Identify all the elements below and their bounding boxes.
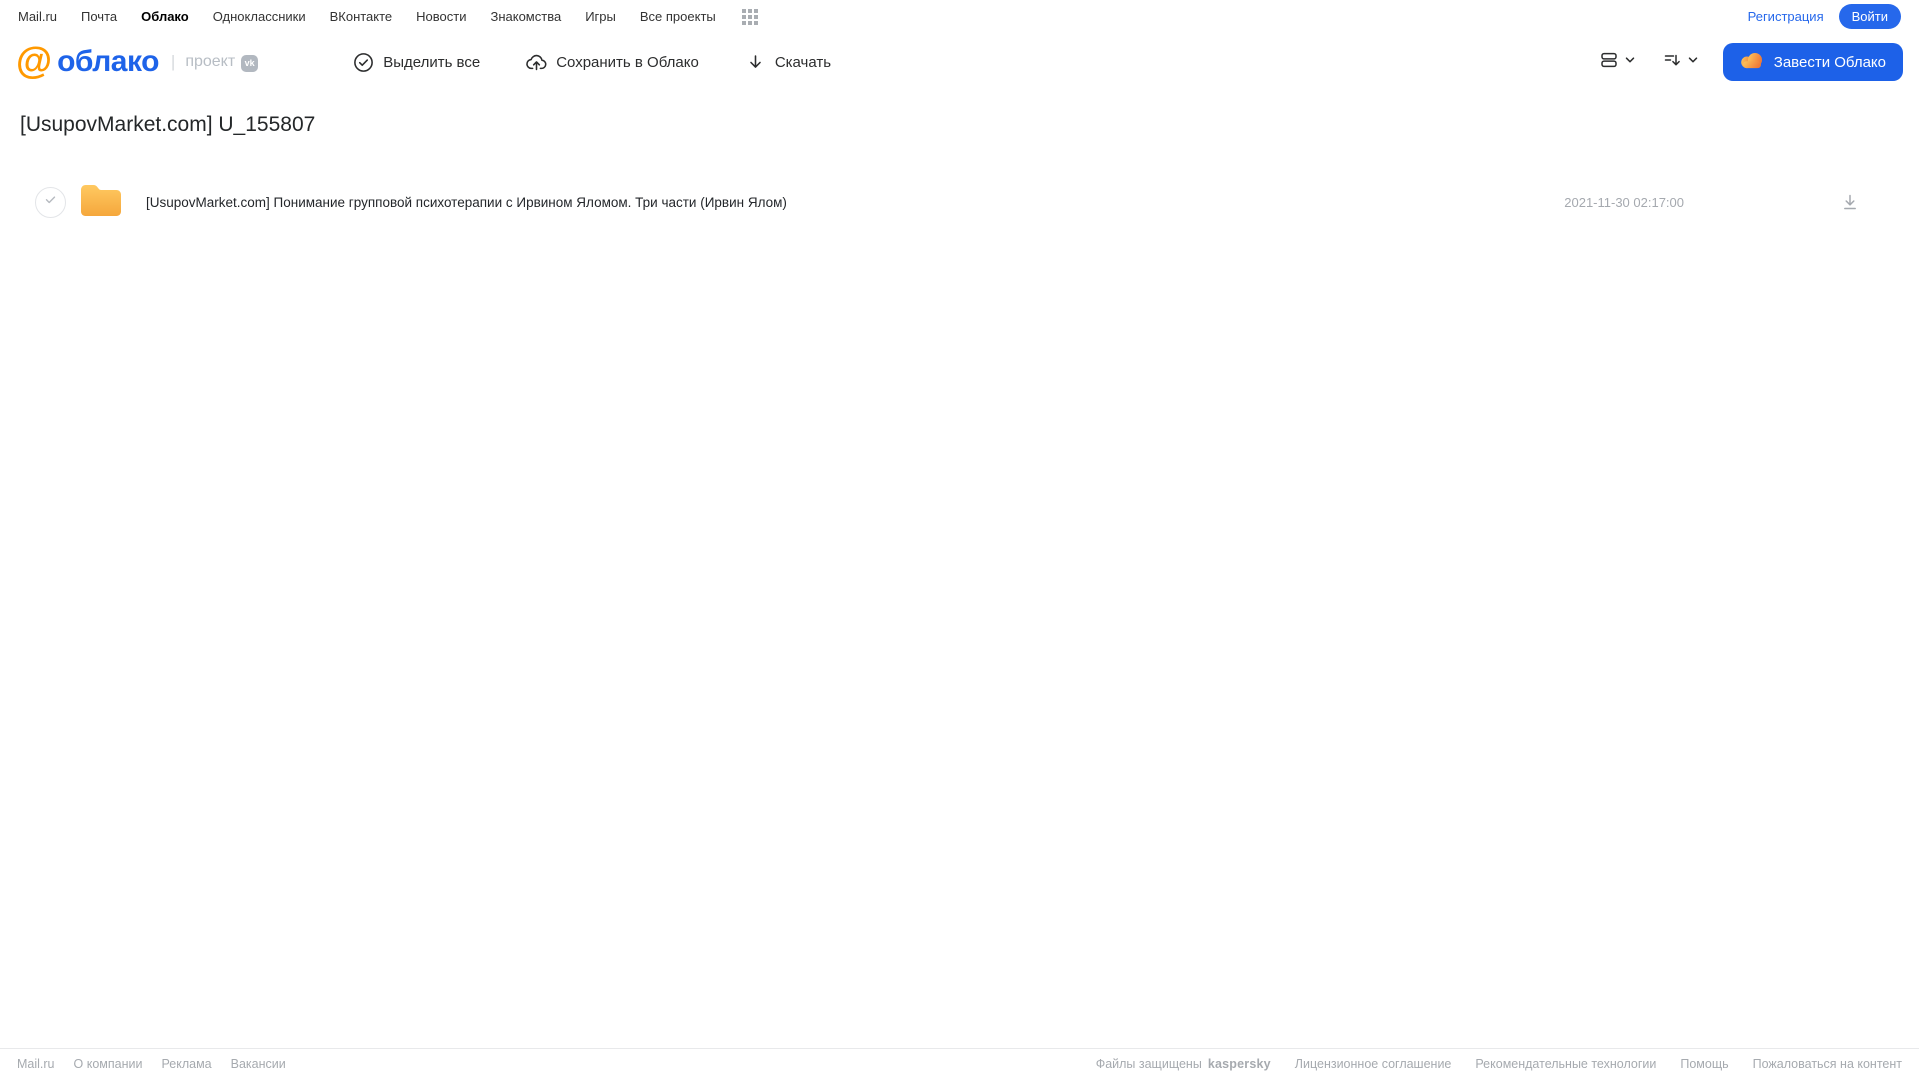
nav-item-novosti[interactable]: Новости xyxy=(416,9,466,24)
cloud-upload-icon xyxy=(526,52,547,73)
save-to-cloud-button[interactable]: Сохранить в Облако xyxy=(526,52,699,73)
folder-icon xyxy=(79,181,123,224)
get-cloud-label: Завести Облако xyxy=(1773,53,1886,71)
login-button[interactable]: Войти xyxy=(1838,4,1901,29)
footer-link-report[interactable]: Пожаловаться на контент xyxy=(1753,1057,1902,1071)
row-checkbox[interactable] xyxy=(35,186,66,218)
file-name[interactable]: [UsupovMarket.com] Понимание групповой п… xyxy=(146,195,1564,210)
portal-nav-links: Mail.ru Почта Облако Одноклассники ВКонт… xyxy=(18,8,758,25)
download-arrow-icon xyxy=(745,52,766,73)
page-title: [UsupovMarket.com] U_155807 xyxy=(20,113,316,136)
cloud-logo[interactable]: @ облако | проект vk xyxy=(16,40,259,81)
footer-link-about[interactable]: О компании xyxy=(74,1057,143,1071)
checkmark-icon xyxy=(44,193,57,211)
cloud-toolbar: @ облако | проект vk Выделить все Сохран… xyxy=(0,33,1919,91)
toolbar-actions: Выделить все Сохранить в Облако Скачать xyxy=(353,52,831,73)
chevron-down-icon xyxy=(1687,53,1699,71)
nav-item-odnoklassniki[interactable]: Одноклассники xyxy=(213,9,306,24)
kaspersky-logo[interactable]: kaspersky xyxy=(1208,1057,1271,1071)
nav-item-vse-proekty[interactable]: Все проекты xyxy=(640,9,716,24)
footer-left-links: Mail.ru О компании Реклама Вакансии xyxy=(17,1057,286,1071)
portal-nav: Mail.ru Почта Облако Одноклассники ВКонт… xyxy=(0,0,1919,33)
files-protected-label: Файлы защищены kaspersky xyxy=(1096,1057,1271,1071)
logo-project-label: проект xyxy=(185,53,236,70)
get-cloud-button[interactable]: Завести Облако xyxy=(1722,43,1903,81)
nav-item-vkontakte[interactable]: ВКонтакте xyxy=(330,9,393,24)
portal-nav-auth: Регистрация Войти xyxy=(1748,4,1901,29)
sort-icon xyxy=(1662,50,1682,75)
footer-link-mailru[interactable]: Mail.ru xyxy=(17,1057,55,1071)
footer-link-license[interactable]: Лицензионное соглашение xyxy=(1295,1057,1452,1071)
download-button[interactable]: Скачать xyxy=(745,52,831,73)
registration-link[interactable]: Регистрация xyxy=(1748,9,1824,24)
footer-right-links: Файлы защищены kaspersky Лицензионное со… xyxy=(1096,1057,1902,1071)
nav-item-znakomstva[interactable]: Знакомства xyxy=(490,9,561,24)
download-label: Скачать xyxy=(774,53,832,71)
circle-check-icon xyxy=(353,52,374,73)
at-logo-icon: @ xyxy=(16,40,53,81)
footer-link-ads[interactable]: Реклама xyxy=(161,1057,211,1071)
nav-item-mailru[interactable]: Mail.ru xyxy=(18,9,57,24)
download-underline-icon[interactable] xyxy=(1840,192,1860,212)
nav-item-igry[interactable]: Игры xyxy=(585,9,616,24)
nav-item-pochta[interactable]: Почта xyxy=(81,9,117,24)
toolbar-right-controls: Завести Облако xyxy=(1599,43,1903,81)
view-toggle-icon xyxy=(1599,50,1619,75)
select-all-button[interactable]: Выделить все xyxy=(353,52,480,73)
vk-badge-icon: vk xyxy=(241,54,259,72)
footer: Mail.ru О компании Реклама Вакансии Файл… xyxy=(0,1048,1919,1079)
main-content: [UsupovMarket.com] U_155807 [UsupovMarke… xyxy=(0,113,1919,226)
file-date: 2021-11-30 02:17:00 xyxy=(1564,194,1684,210)
chevron-down-icon xyxy=(1624,53,1636,71)
nav-item-oblako[interactable]: Облако xyxy=(141,9,189,24)
logo-separator: | xyxy=(170,52,176,71)
apps-grid-icon[interactable] xyxy=(741,8,758,25)
save-to-cloud-label: Сохранить в Облако xyxy=(556,53,699,71)
view-toggle-dropdown[interactable] xyxy=(1599,50,1636,75)
file-row[interactable]: [UsupovMarket.com] Понимание групповой п… xyxy=(20,178,1899,226)
footer-link-jobs[interactable]: Вакансии xyxy=(231,1057,286,1071)
logo-text: облако xyxy=(57,45,159,78)
protected-text: Файлы защищены xyxy=(1095,1057,1202,1071)
select-all-label: Выделить все xyxy=(383,53,481,71)
footer-link-recommendations[interactable]: Рекомендательные технологии xyxy=(1475,1057,1656,1071)
cloud-icon xyxy=(1740,51,1764,73)
footer-link-help[interactable]: Помощь xyxy=(1680,1057,1728,1071)
sort-dropdown[interactable] xyxy=(1662,50,1699,75)
